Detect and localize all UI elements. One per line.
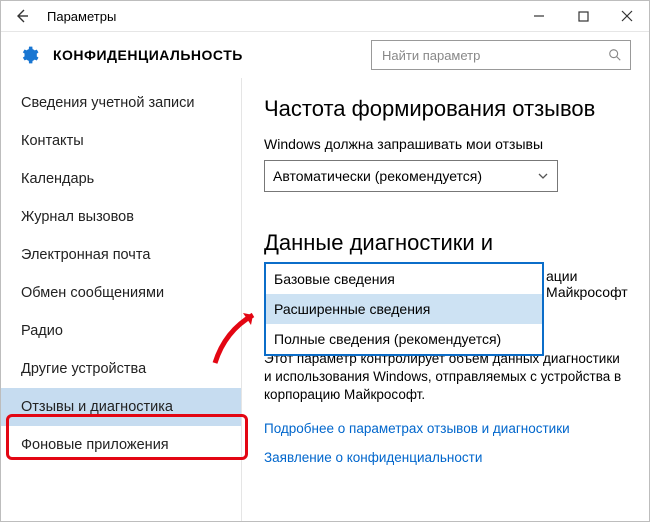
sidebar-item-background-apps[interactable]: Фоновые приложения (1, 426, 241, 464)
sidebar-item-label: Журнал вызовов (21, 209, 134, 225)
dropdown-option-enhanced[interactable]: Расширенные сведения (266, 294, 542, 324)
sidebar-item-label: Обмен сообщениями (21, 285, 164, 301)
maximize-icon (578, 11, 589, 22)
select-value: Автоматически (рекомендуется) (273, 168, 482, 184)
sidebar-item-other-devices[interactable]: Другие устройства (1, 350, 241, 388)
window-controls (517, 1, 649, 31)
sidebar-item-label: Контакты (21, 133, 84, 149)
dropdown-option-label: Полные сведения (рекомендуется) (274, 331, 501, 347)
sidebar-item-label: Электронная почта (21, 247, 150, 263)
search-box[interactable] (371, 40, 631, 70)
back-button[interactable] (1, 1, 43, 31)
maximize-button[interactable] (561, 1, 605, 31)
chevron-down-icon (537, 170, 549, 182)
close-icon (621, 10, 633, 22)
sidebar-item-email[interactable]: Электронная почта (1, 236, 241, 274)
dropdown-panel: Базовые сведения Расширенные сведения По… (264, 262, 544, 356)
sidebar-item-calendar[interactable]: Календарь (1, 160, 241, 198)
sidebar-item-label: Радио (21, 323, 63, 339)
dropdown-option-label: Базовые сведения (274, 271, 395, 287)
settings-window: Параметры КОНФИДЕНЦИАЛЬНОСТЬ (0, 0, 650, 522)
dropdown-option-basic[interactable]: Базовые сведения (266, 264, 542, 294)
search-icon (608, 48, 622, 62)
search-input[interactable] (380, 47, 608, 64)
minimize-icon (533, 10, 545, 22)
feedback-frequency-select[interactable]: Автоматически (рекомендуется) (264, 160, 558, 192)
diagnostic-data-description: Этот параметр контролирует объем данных … (264, 350, 627, 405)
sidebar-item-radio[interactable]: Радио (1, 312, 241, 350)
titlebar: Параметры (1, 1, 649, 32)
partial-text-behind-dropdown: ации Майкрософт (546, 268, 628, 300)
minimize-button[interactable] (517, 1, 561, 31)
section-title-feedback-frequency: Частота формирования отзывов (264, 96, 627, 122)
body: Сведения учетной записи Контакты Календа… (1, 78, 649, 521)
sidebar-item-label: Другие устройства (21, 361, 146, 377)
sidebar-item-label: Сведения учетной записи (21, 95, 195, 111)
dropdown-option-full[interactable]: Полные сведения (рекомендуется) (266, 324, 542, 354)
dropdown-option-label: Расширенные сведения (274, 301, 430, 317)
sidebar-item-label: Календарь (21, 171, 94, 187)
back-arrow-icon (14, 8, 30, 24)
sidebar-item-messaging[interactable]: Обмен сообщениями (1, 274, 241, 312)
link-privacy-statement[interactable]: Заявление о конфиденциальности (264, 450, 627, 465)
sidebar-item-label: Отзывы и диагностика (21, 399, 173, 415)
window-title: Параметры (43, 9, 116, 24)
close-button[interactable] (605, 1, 649, 31)
header-title: КОНФИДЕНЦИАЛЬНОСТЬ (53, 47, 243, 63)
sidebar-item-account-info[interactable]: Сведения учетной записи (1, 84, 241, 122)
gear-icon (19, 45, 39, 65)
section-label: Windows должна запрашивать мои отзывы (264, 136, 627, 152)
sidebar-item-feedback-diagnostics[interactable]: Отзывы и диагностика (1, 388, 241, 426)
header-row: КОНФИДЕНЦИАЛЬНОСТЬ (1, 32, 649, 78)
sidebar-item-call-history[interactable]: Журнал вызовов (1, 198, 241, 236)
sidebar: Сведения учетной записи Контакты Календа… (1, 78, 242, 521)
sidebar-item-label: Фоновые приложения (21, 437, 169, 453)
content-pane: Частота формирования отзывов Windows дол… (242, 78, 649, 521)
link-learn-more[interactable]: Подробнее о параметрах отзывов и диагнос… (264, 421, 627, 436)
sidebar-item-contacts[interactable]: Контакты (1, 122, 241, 160)
